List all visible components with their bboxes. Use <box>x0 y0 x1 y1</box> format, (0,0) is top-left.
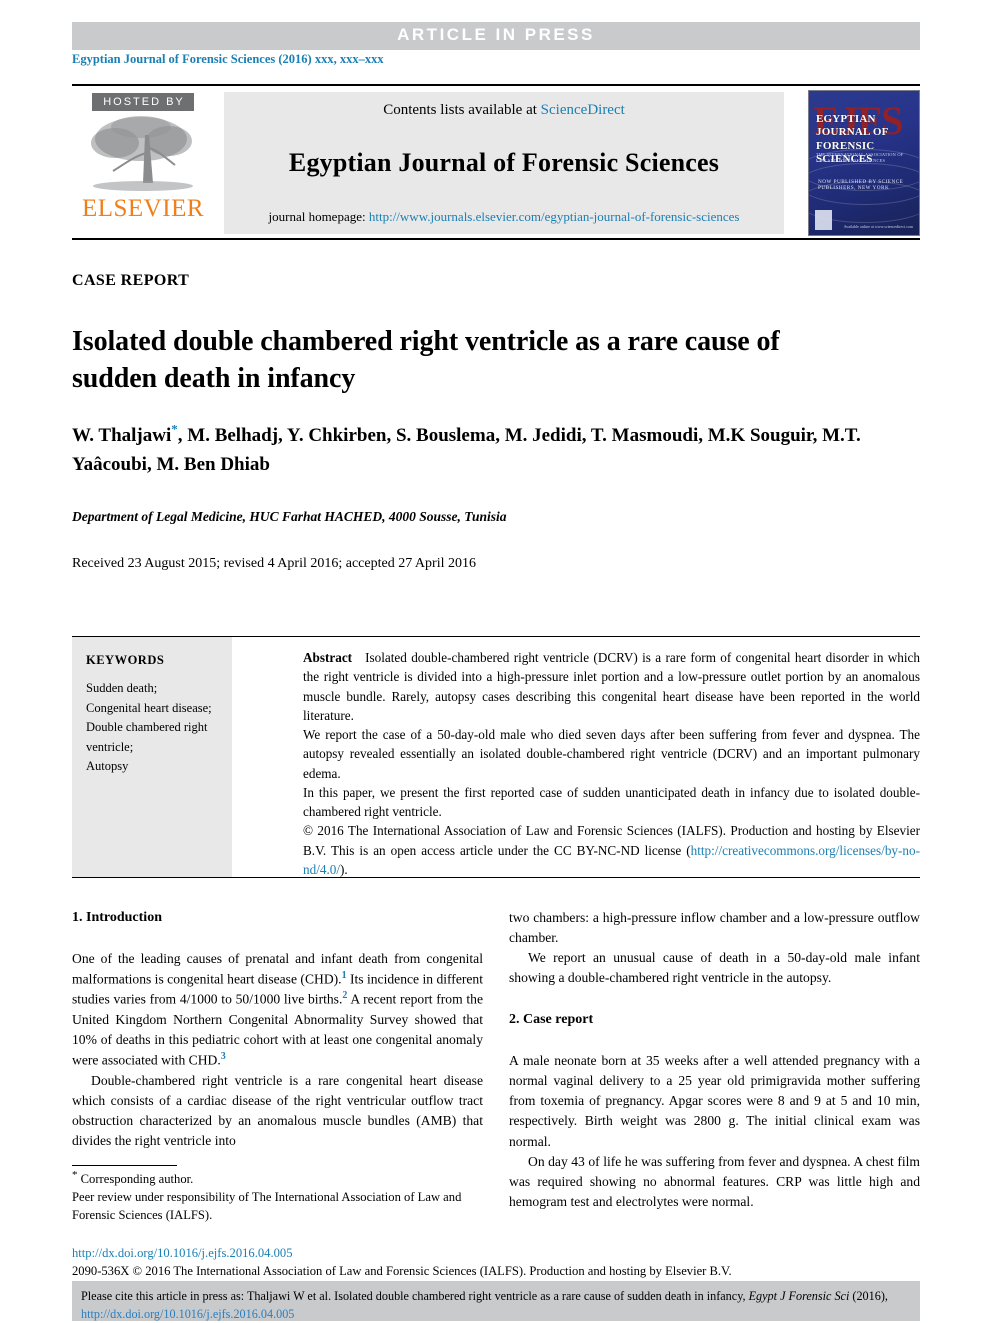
contents-prefix: Contents lists available at <box>383 102 537 118</box>
journal-homepage-url[interactable]: http://www.journals.elsevier.com/egyptia… <box>369 209 740 224</box>
abstract-label: Abstract <box>303 650 353 665</box>
footnote-block: * Corresponding author. Peer review unde… <box>72 1168 483 1225</box>
elsevier-logo-block: HOSTED BY ELSEVIER <box>72 92 214 221</box>
corresponding-author-text: Corresponding author. <box>80 1172 194 1187</box>
keywords-panel: KEYWORDS Sudden death; Congenital heart … <box>72 637 232 877</box>
keyword-item: ventricle; <box>86 739 134 754</box>
masthead-center-panel: Contents lists available at ScienceDirec… <box>224 92 784 234</box>
keyword-item: Autopsy <box>86 758 129 773</box>
keyword-item: Sudden death; <box>86 681 158 696</box>
case-report-paragraph-1: A male neonate born at 35 weeks after a … <box>509 1053 920 1149</box>
cite-prefix: Please cite this article in press as: Th… <box>81 1289 749 1303</box>
journal-masthead: HOSTED BY ELSEVIER Contents lists availa… <box>72 84 920 240</box>
abstract-copyright: © 2016 The International Association of … <box>303 821 920 879</box>
footnote-rule <box>72 1165 177 1166</box>
section-heading-case-report: 2. Case report <box>509 1012 594 1028</box>
abstract-paragraph-1: Abstract Isolated double-chambered right… <box>303 648 920 725</box>
cite-doi-link[interactable]: http://dx.doi.org/10.1016/j.ejfs.2016.04… <box>81 1307 294 1321</box>
page-title: Isolated double chambered right ventricl… <box>72 325 780 394</box>
affiliation: Department of Legal Medicine, HUC Farhat… <box>72 509 507 524</box>
article-in-press-banner: ARTICLE IN PRESS <box>72 22 920 50</box>
doi-link[interactable]: http://dx.doi.org/10.1016/j.ejfs.2016.04… <box>72 1244 920 1262</box>
reference-marker-3[interactable]: 3 <box>221 1051 226 1062</box>
body-column-right: two chambers: a high-pressure inflow cha… <box>509 908 920 1212</box>
body-column-left: 1. Introduction One of the leading cause… <box>72 908 483 1151</box>
abstract-paragraph-3: In this paper, we present the first repo… <box>303 784 920 820</box>
abstract-text: Abstract Isolated double-chambered right… <box>303 648 920 879</box>
journal-cover-thumbnail: EJFS EGYPTIAN JOURNAL OF FORENSIC SCIENC… <box>808 90 920 236</box>
article-page: ARTICLE IN PRESS Egyptian Journal of For… <box>0 0 992 1323</box>
cite-year: (2016), <box>849 1289 888 1303</box>
issn-copyright-line: 2090-536X © 2016 The International Assoc… <box>72 1264 732 1279</box>
article-type-label: CASE REPORT <box>72 272 190 289</box>
intro-paragraph-3: We report an unusual cause of death in a… <box>509 950 920 986</box>
cite-article-box: Please cite this article in press as: Th… <box>72 1281 920 1321</box>
keywords-heading: KEYWORDS <box>86 653 165 667</box>
article-in-press-label: ARTICLE IN PRESS <box>397 25 595 44</box>
received-revised-accepted-dates: Received 23 August 2015; revised 4 April… <box>72 556 476 571</box>
intro-continuation: two chambers: a high-pressure inflow cha… <box>509 910 920 946</box>
section-heading-introduction: 1. Introduction <box>72 910 162 925</box>
elsevier-wordmark: ELSEVIER <box>81 195 205 222</box>
case-report-paragraph-2: On day 43 of life he was suffering from … <box>509 1153 920 1209</box>
cover-publisher-logo <box>815 210 832 230</box>
abstract-p1-text: Isolated double-chambered right ventricl… <box>303 650 921 723</box>
hosted-by-badge: HOSTED BY <box>92 93 194 111</box>
journal-homepage-line: journal homepage: http://www.journals.el… <box>224 209 784 225</box>
sciencedirect-link[interactable]: ScienceDirect <box>541 102 625 118</box>
corresponding-author-note: * Corresponding author. <box>72 1168 483 1189</box>
abstract-paragraph-2: We report the case of a 50-day-old male … <box>303 727 920 781</box>
cite-journal-name: Egypt J Forensic Sci <box>748 1289 850 1303</box>
asterisk-icon: * <box>72 1169 78 1181</box>
author-list: W. Thaljawi*, M. Belhadj, Y. Chkirben, S… <box>72 420 872 479</box>
cover-footer: Available online at www.sciencedirect.co… <box>843 223 913 229</box>
intro-paragraph-2: Double-chambered right ventricle is a ra… <box>72 1072 483 1149</box>
issue-citation-line: Egyptian Journal of Forensic Sciences (2… <box>72 52 384 66</box>
cover-middle-line: NOW PUBLISHED BY SCIENCE PUBLISHERS, NEW… <box>818 179 904 191</box>
keyword-item: Congenital heart disease; <box>86 700 212 715</box>
abstract-copyright-tail: ). <box>340 861 348 877</box>
homepage-label: journal homepage: <box>268 209 366 224</box>
contents-available-line: Contents lists available at ScienceDirec… <box>236 102 772 119</box>
cover-subtitle: THE INTERNATIONAL ASSOCIATION OF LAW AND… <box>816 152 904 163</box>
author-names: W. Thaljawi*, M. Belhadj, Y. Chkirben, S… <box>72 422 861 475</box>
intro-paragraph-1: One of the leading causes of prenatal an… <box>72 949 483 1071</box>
elsevier-tree-icon <box>91 116 193 191</box>
keyword-item: Double chambered right <box>86 720 208 735</box>
journal-title: Egyptian Journal of Forensic Sciences <box>288 148 720 177</box>
peer-review-note: Peer review under responsibility of The … <box>72 1190 462 1222</box>
